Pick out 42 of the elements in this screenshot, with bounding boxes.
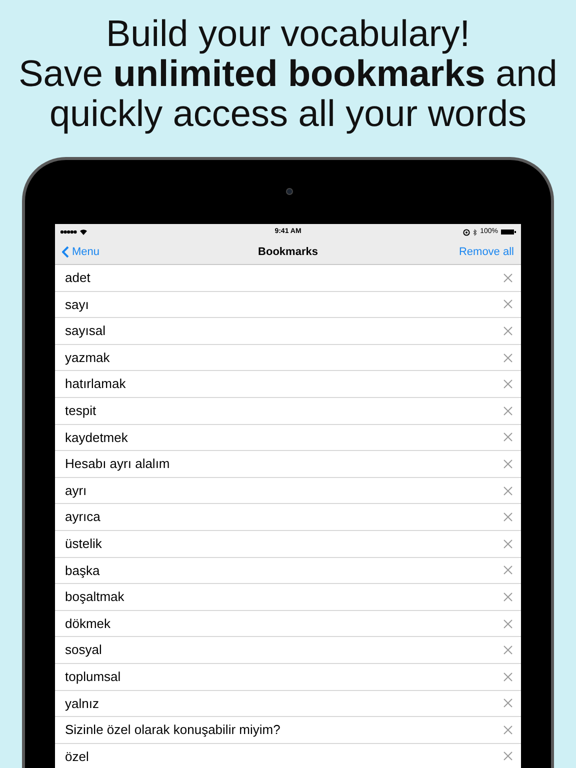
bookmark-row[interactable]: yazmak — [55, 344, 521, 372]
bookmark-word: Sizinle özel olarak konuşabilir miyim? — [65, 721, 280, 740]
headline-line: quickly access all your words — [49, 94, 527, 134]
bookmark-row[interactable]: Hesabı ayrı alalım — [55, 451, 521, 478]
bookmark-word: adet — [65, 269, 90, 288]
bookmark-word: sayısal — [65, 322, 106, 340]
bookmark-row[interactable]: yalnız — [55, 690, 521, 718]
bookmark-row[interactable]: boşaltmak — [55, 584, 521, 611]
bookmark-word: sosyal — [65, 641, 102, 660]
bookmark-word: yazmak — [65, 348, 110, 367]
bookmark-row[interactable]: adet — [55, 265, 521, 292]
bookmark-row[interactable]: sayı — [55, 292, 521, 318]
bookmark-word: tespit — [65, 402, 96, 420]
bookmark-row[interactable]: tespit — [55, 398, 521, 425]
bookmark-row[interactable]: başka — [55, 558, 521, 584]
bookmark-word: kaydetmek — [65, 428, 128, 447]
bookmark-row[interactable]: üstelik — [55, 530, 521, 558]
bookmark-word: başka — [65, 562, 100, 580]
bookmark-word: hatırlamak — [65, 375, 126, 394]
bookmark-row[interactable]: hatırlamak — [55, 371, 521, 398]
headline-line: Save unlimited bookmarks and — [18, 54, 558, 94]
bookmark-word: dökmek — [65, 614, 111, 633]
bookmark-row[interactable]: Sizinle özel olarak konuşabilir miyim? — [55, 717, 521, 744]
headline-line: Build your vocabulary! — [106, 14, 470, 54]
bookmark-row[interactable]: sayısal — [55, 318, 521, 345]
bookmark-row[interactable]: ayrı — [55, 478, 521, 504]
bookmark-word: yalnız — [65, 694, 99, 713]
bookmark-word: toplumsal — [65, 668, 121, 686]
bookmark-row[interactable]: toplumsal — [55, 664, 521, 690]
bookmark-row[interactable]: kaydetmek — [55, 424, 521, 452]
bookmark-word: sayı — [65, 296, 89, 314]
bookmark-word: ayrıca — [65, 508, 100, 526]
bookmark-row[interactable]: dökmek — [55, 610, 521, 638]
nav-title: Bookmarks — [258, 244, 318, 260]
bookmark-row[interactable]: özel — [55, 744, 521, 768]
bookmark-word: ayrı — [65, 482, 87, 500]
bookmark-word: üstelik — [65, 534, 102, 553]
bookmark-word: özel — [65, 748, 89, 766]
bookmark-row[interactable]: ayrıca — [55, 504, 521, 531]
bookmark-word: Hesabı ayrı alalım — [65, 455, 170, 474]
bookmark-word: boşaltmak — [65, 588, 124, 606]
bookmark-row[interactable]: sosyal — [55, 637, 521, 664]
